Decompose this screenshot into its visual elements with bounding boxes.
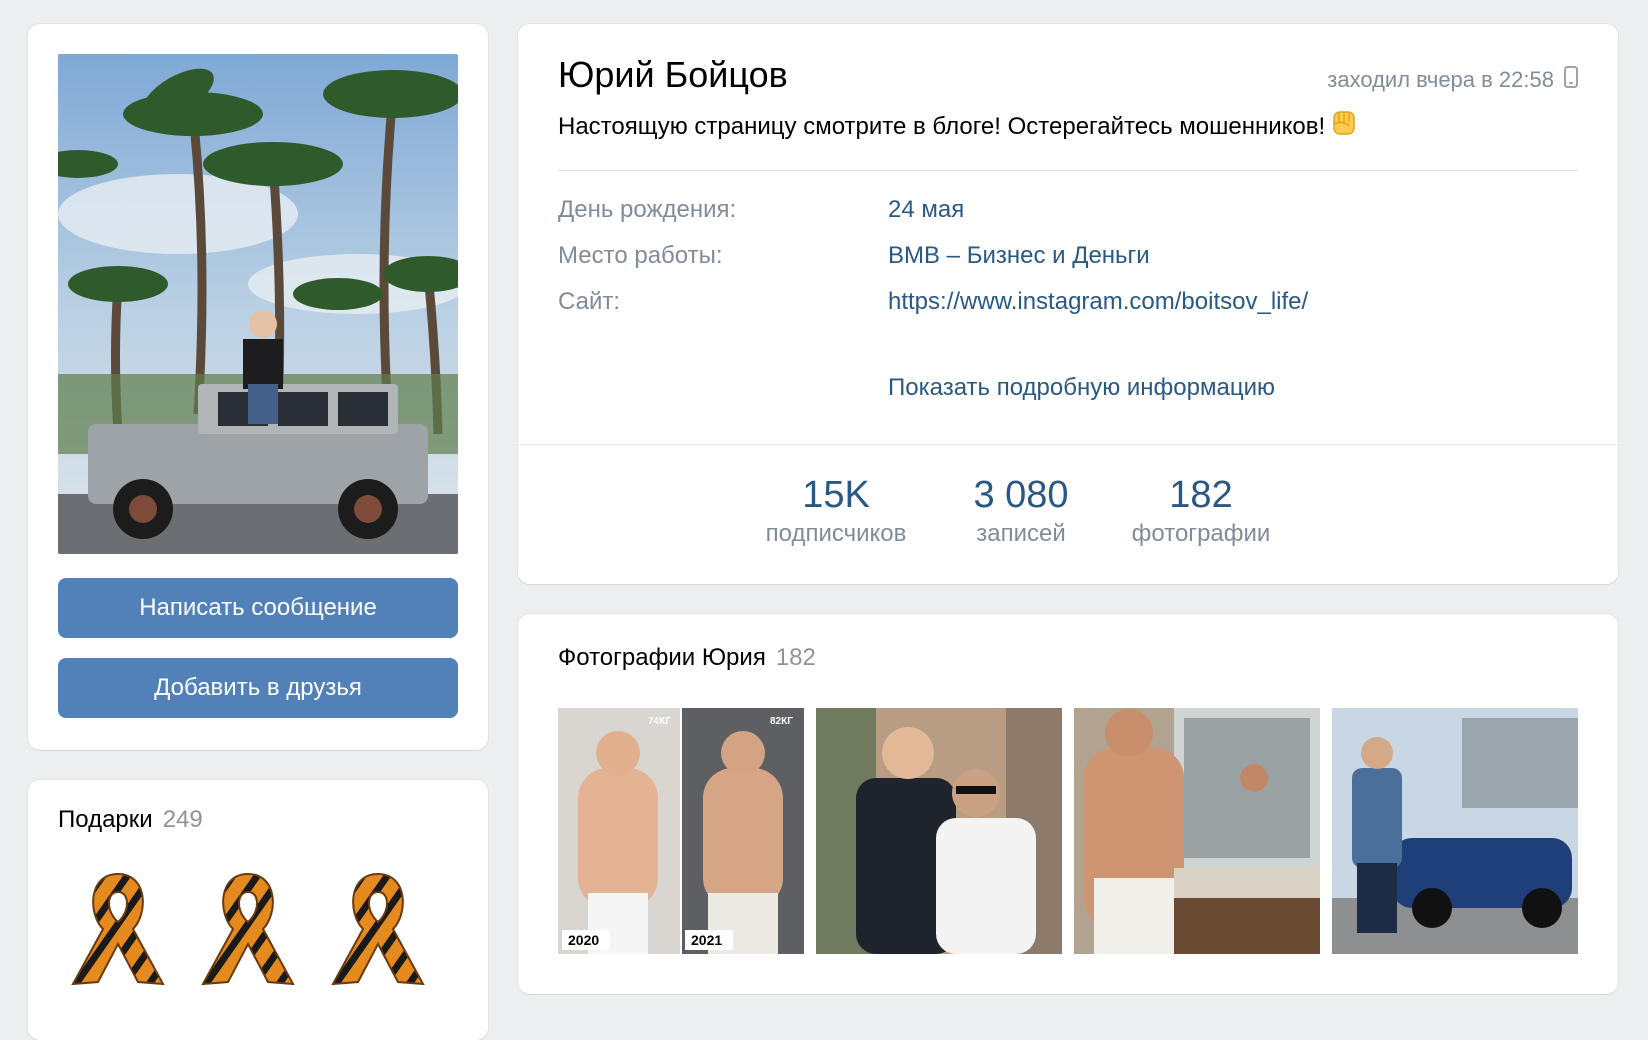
- gifts-count: 249: [162, 806, 203, 833]
- show-more-info-link[interactable]: Показать подробную информацию: [888, 374, 1275, 402]
- counter-label: записей: [976, 520, 1066, 547]
- photo-thumbnail[interactable]: [1074, 708, 1320, 954]
- gift-ribbon-icon[interactable]: [58, 864, 178, 996]
- profile-photo[interactable]: [58, 54, 458, 554]
- info-label: Место работы:: [558, 242, 723, 269]
- photo-caption: 2020: [568, 932, 599, 948]
- mobile-phone-icon: [1564, 66, 1578, 94]
- counter-photos[interactable]: 182 фотографии: [1121, 472, 1281, 548]
- info-value-link[interactable]: BMB – Бизнес и Деньги: [888, 242, 1150, 270]
- photo-tag: 82КГ: [770, 716, 793, 727]
- info-row-birthday: День рождения: 24 мая: [558, 196, 964, 224]
- divider: [518, 444, 1618, 445]
- gifts-title: Подарки: [58, 806, 153, 833]
- photo-caption: 2021: [691, 932, 722, 948]
- profile-info-card: Юрий Бойцов заходил вчера в 22:58 Настоя…: [518, 24, 1618, 584]
- photo-thumbnail[interactable]: [1332, 708, 1578, 954]
- gifts-card: Подарки 249: [28, 780, 488, 1040]
- counter-posts[interactable]: 3 080 записей: [951, 472, 1091, 548]
- photos-header[interactable]: Фотографии Юрия 182: [558, 644, 816, 672]
- status-text: Настоящую страницу смотрите в блоге! Ост…: [558, 112, 1326, 140]
- counter-value: 15K: [802, 474, 870, 516]
- avatar-card: Написать сообщение Добавить в друзья: [28, 24, 488, 750]
- gift-ribbon-icon[interactable]: [318, 864, 438, 996]
- info-row-work: Место работы: BMB – Бизнес и Деньги: [558, 242, 1150, 270]
- info-label: Сайт:: [558, 288, 621, 315]
- counter-label: фотографии: [1131, 520, 1271, 547]
- info-row-site: Сайт: https://www.instagram.com/boitsov_…: [558, 288, 1308, 316]
- send-message-button[interactable]: Написать сообщение: [58, 578, 458, 638]
- last-seen-text: заходил вчера в 22:58: [1327, 67, 1554, 92]
- photo-thumbnail[interactable]: 74КГ 82КГ 2020 2021: [558, 708, 804, 954]
- last-seen: заходил вчера в 22:58: [1327, 66, 1578, 94]
- info-value-link[interactable]: 24 мая: [888, 196, 964, 224]
- photo-thumbnail[interactable]: [816, 708, 1062, 954]
- gift-ribbon-icon[interactable]: [188, 864, 308, 996]
- fist-emoji-icon: [1329, 108, 1359, 145]
- add-friend-button[interactable]: Добавить в друзья: [58, 658, 458, 718]
- counter-value: 182: [1169, 474, 1233, 516]
- counter-label: подписчиков: [765, 520, 907, 547]
- gifts-header[interactable]: Подарки 249: [58, 806, 203, 834]
- counter-value: 3 080: [973, 474, 1069, 516]
- photos-count: 182: [775, 644, 816, 671]
- counter-followers[interactable]: 15K подписчиков: [756, 472, 916, 548]
- profile-name: Юрий Бойцов: [558, 54, 788, 95]
- profile-status: Настоящую страницу смотрите в блоге! Ост…: [558, 108, 1359, 145]
- photo-tag: 74КГ: [648, 716, 671, 727]
- photos-card: Фотографии Юрия 182 74КГ 82КГ 2020 2021: [518, 614, 1618, 994]
- info-label: День рождения:: [558, 196, 737, 223]
- info-value-link[interactable]: https://www.instagram.com/boitsov_life/: [888, 288, 1308, 316]
- divider: [558, 170, 1578, 171]
- photos-title: Фотографии Юрия: [558, 644, 766, 671]
